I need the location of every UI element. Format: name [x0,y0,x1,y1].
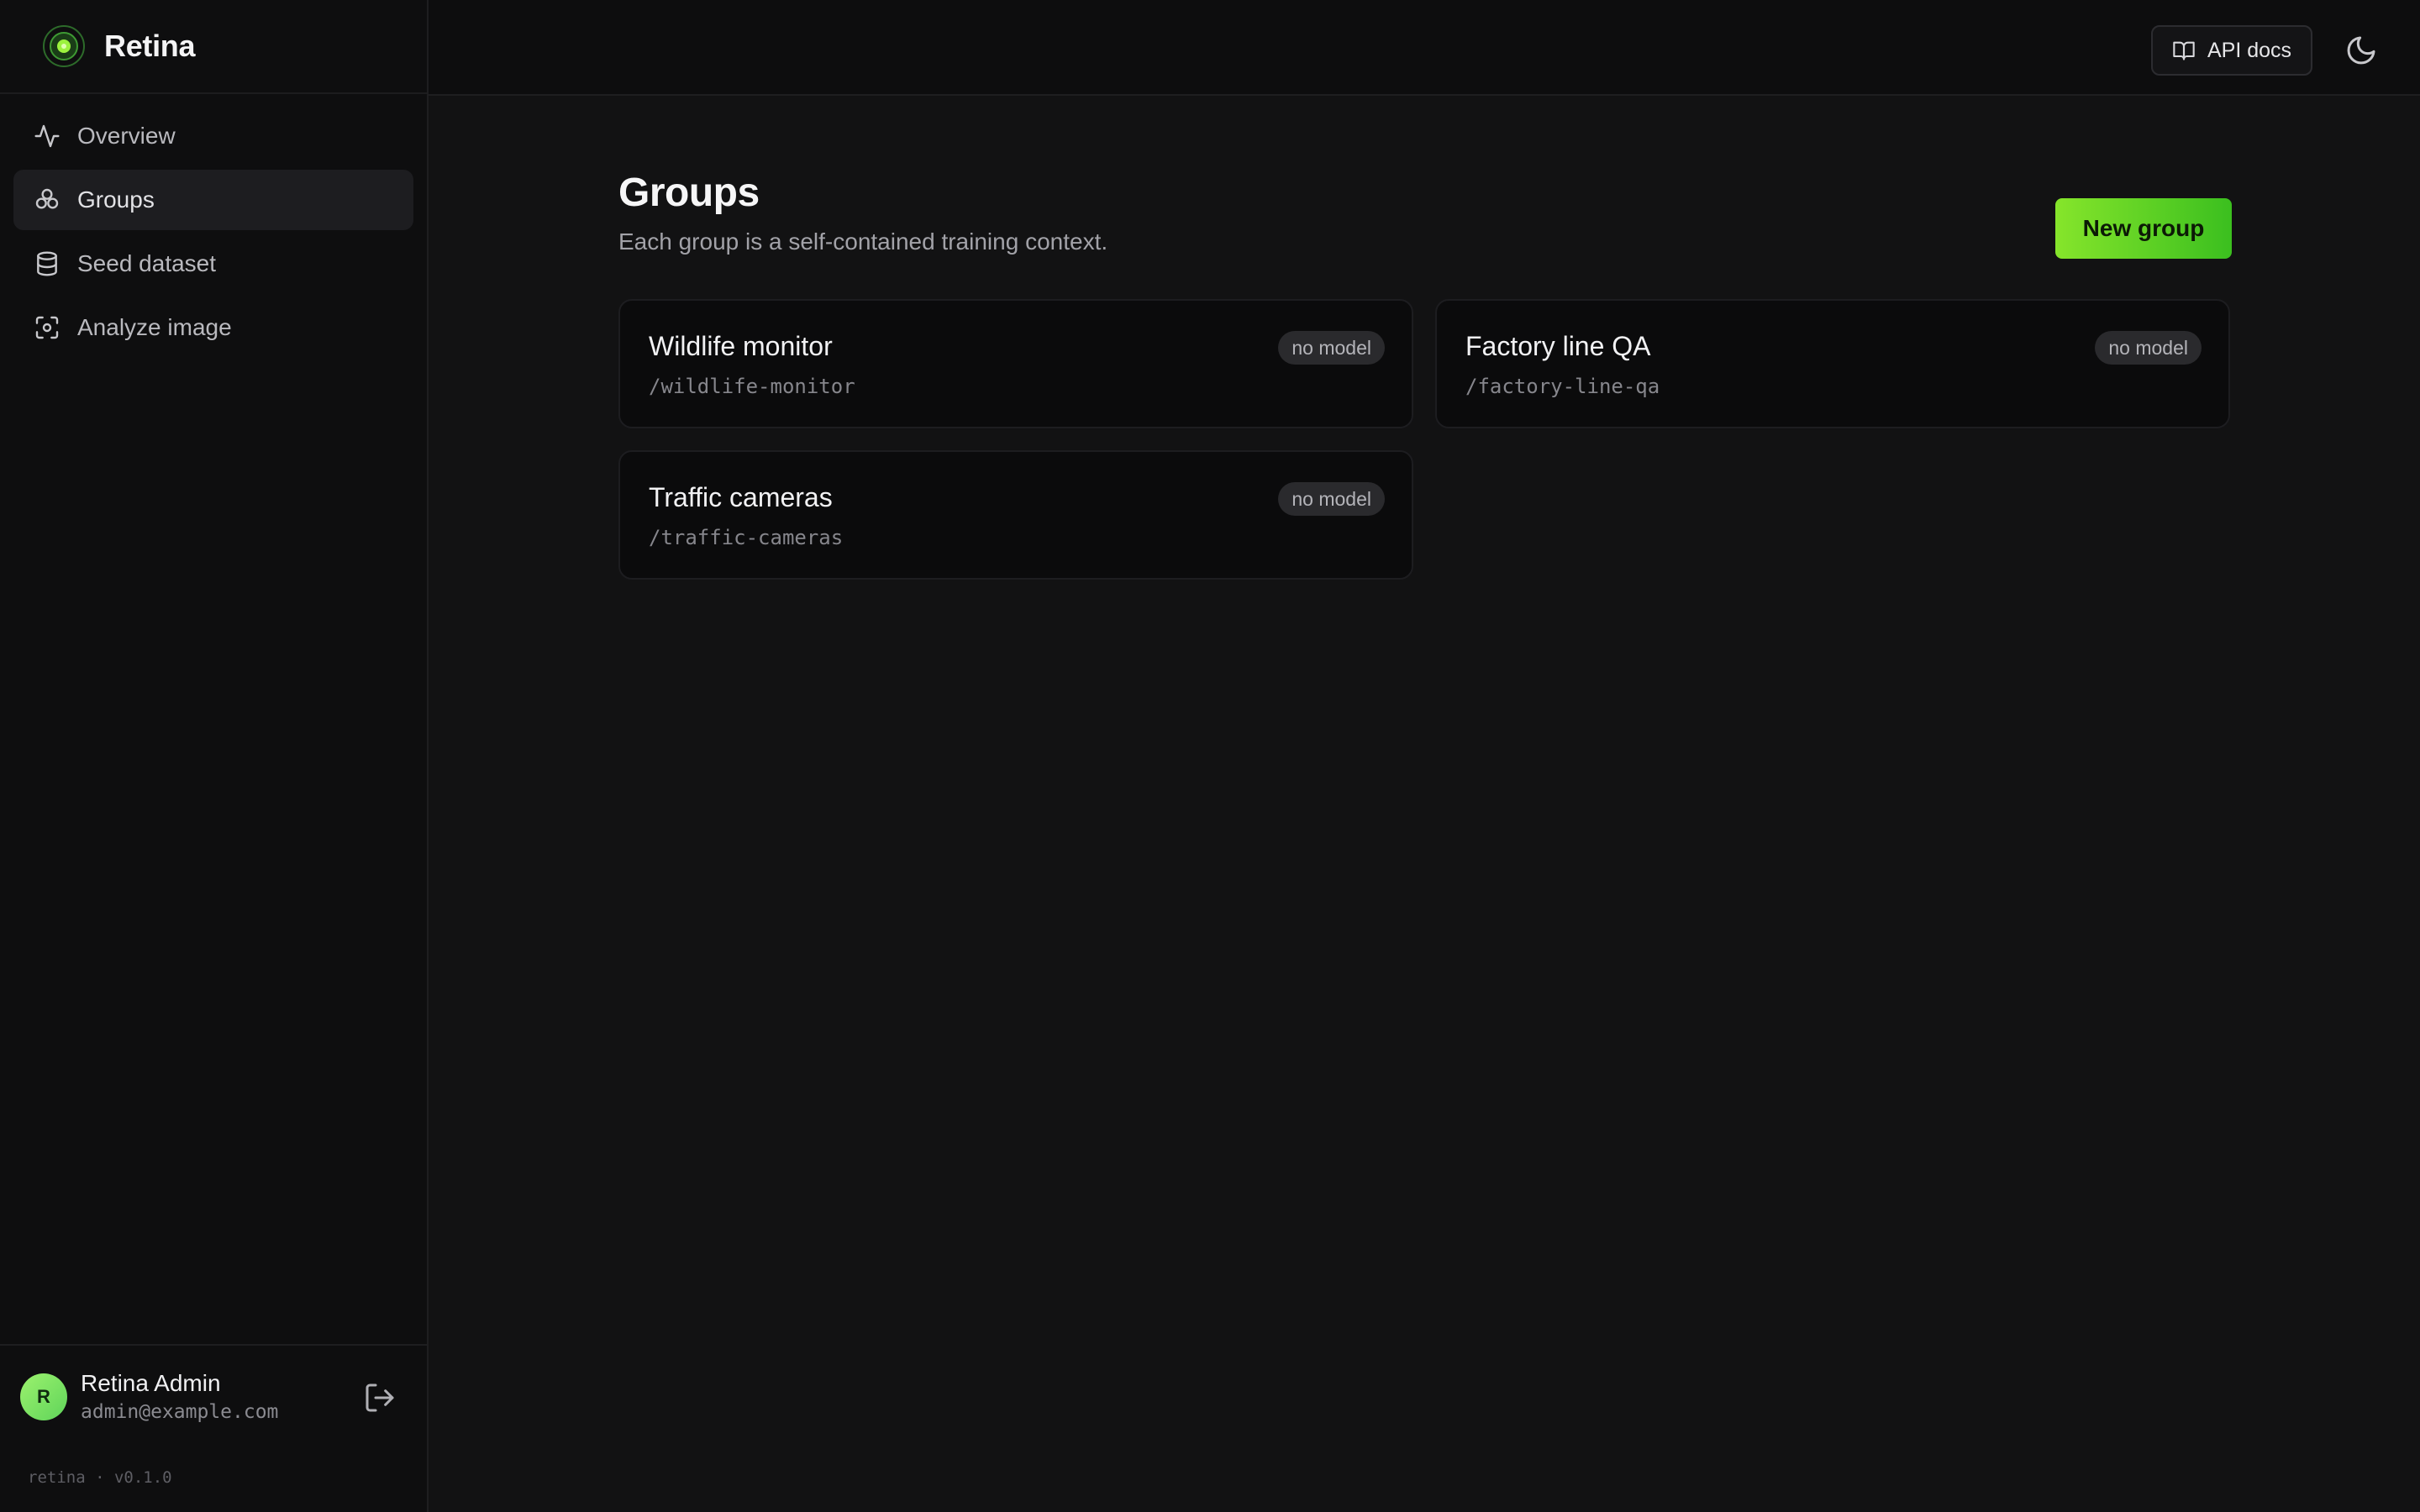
sidebar-item-label: Groups [77,186,155,213]
model-status-badge: no model [1278,482,1385,516]
scan-icon [35,316,59,339]
groups-page: Groups Each group is a self-contained tr… [618,168,2232,580]
logout-icon[interactable] [363,1381,397,1415]
retina-logo-icon [43,25,85,67]
book-open-icon [2173,41,2195,60]
api-docs-button[interactable]: API docs [2151,25,2312,76]
group-card[interactable]: Factory line QA /factory-line-qa no mode… [1435,299,2230,428]
user-info: Retina Admin admin@example.com [81,1368,278,1425]
brand[interactable]: Retina [0,0,427,94]
group-slug: /factory-line-qa [1465,375,1660,398]
page-title: Groups [618,171,760,215]
group-card[interactable]: Wildlife monitor /wildlife-monitor no mo… [618,299,1413,428]
page-subtitle: Each group is a self-contained training … [618,228,1108,255]
avatar[interactable]: R [20,1373,67,1420]
topbar: API docs [429,0,2420,96]
activity-icon [34,124,60,148]
version-label: retina · v0.1.0 [28,1468,172,1487]
sidebar-item-label: Overview [77,123,176,149]
api-docs-label: API docs [2207,38,2292,62]
group-name: Factory line QA [1465,331,1651,361]
brand-name: Retina [104,29,196,63]
user-block: R Retina Admin admin@example.com [0,1344,427,1448]
group-slug: /traffic-cameras [649,526,844,549]
sidebar-nav: Overview Groups Seed dataset Analyze ima… [0,94,427,373]
group-name: Wildlife monitor [649,331,833,361]
main-area: API docs Groups Each group is a self-con… [429,0,2420,1512]
group-card[interactable]: Traffic cameras /traffic-cameras no mode… [618,450,1413,580]
model-status-badge: no model [1278,331,1385,365]
model-status-badge: no model [2095,331,2202,365]
sidebar-item-analyze-image[interactable]: Analyze image [13,297,413,358]
app-root: Retina Overview Groups Seed dataset Anal… [0,0,2420,1512]
user-name: Retina Admin [81,1370,221,1396]
sidebar-item-overview[interactable]: Overview [13,106,413,166]
user-email: admin@example.com [81,1401,279,1423]
sidebar-item-groups[interactable]: Groups [13,170,413,230]
sidebar-item-label: Seed dataset [77,250,217,276]
database-icon [37,251,57,276]
group-name: Traffic cameras [649,482,833,512]
sidebar: Retina Overview Groups Seed dataset Anal… [0,0,429,1512]
new-group-button[interactable]: New group [2055,198,2232,259]
sidebar-item-label: Analyze image [77,314,232,340]
moon-icon[interactable] [2344,34,2378,67]
sidebar-item-seed-dataset[interactable]: Seed dataset [13,234,413,294]
group-slug: /wildlife-monitor [649,375,855,398]
groups-icon [35,188,59,209]
